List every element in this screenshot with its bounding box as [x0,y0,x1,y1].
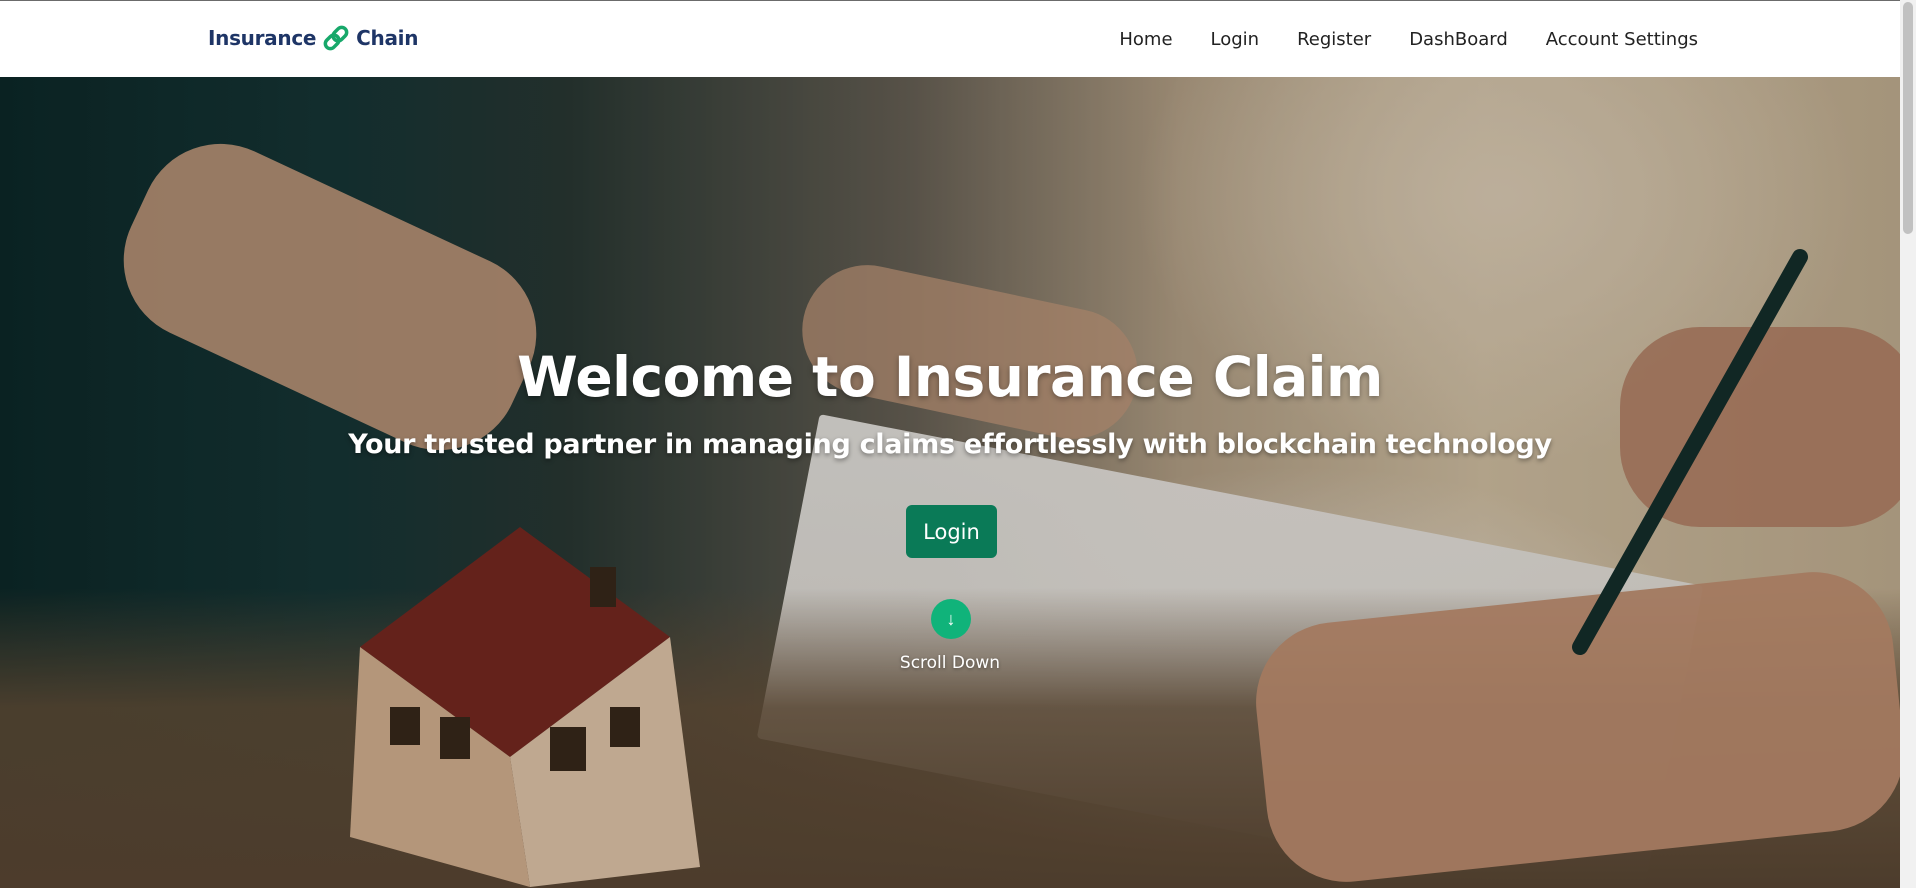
nav-menu: Home Login Register DashBoard Account Se… [1100,1,1698,78]
nav-home-link[interactable]: Home [1100,29,1191,50]
vertical-scrollbar[interactable] [1900,0,1916,888]
brand-name-right: Chain [356,26,419,50]
link-icon [323,25,349,51]
nav-dashboard-link[interactable]: DashBoard [1390,29,1527,50]
scrollbar-thumb[interactable] [1903,2,1913,234]
scroll-down-label: Scroll Down [899,653,1001,673]
hero-title: Welcome to Insurance Claim [517,345,1383,409]
page: Insurance Chain Home Login Register Dash… [0,0,1916,888]
brand-name-left: Insurance [208,26,317,50]
scroll-down-button[interactable]: ↓ [931,599,971,639]
nav-login-link[interactable]: Login [1192,29,1279,50]
nav-account-settings-link[interactable]: Account Settings [1527,29,1698,50]
hero-content: Welcome to Insurance Claim Your trusted … [0,77,1900,888]
hero-section: Welcome to Insurance Claim Your trusted … [0,77,1900,888]
nav-register-link[interactable]: Register [1278,29,1390,50]
hero-login-button[interactable]: Login [906,505,997,558]
arrow-down-icon: ↓ [946,608,956,629]
brand-logo-link[interactable]: Insurance Chain [208,23,418,53]
top-navbar: Insurance Chain Home Login Register Dash… [0,0,1900,77]
hero-subtitle: Your trusted partner in managing claims … [348,429,1552,460]
